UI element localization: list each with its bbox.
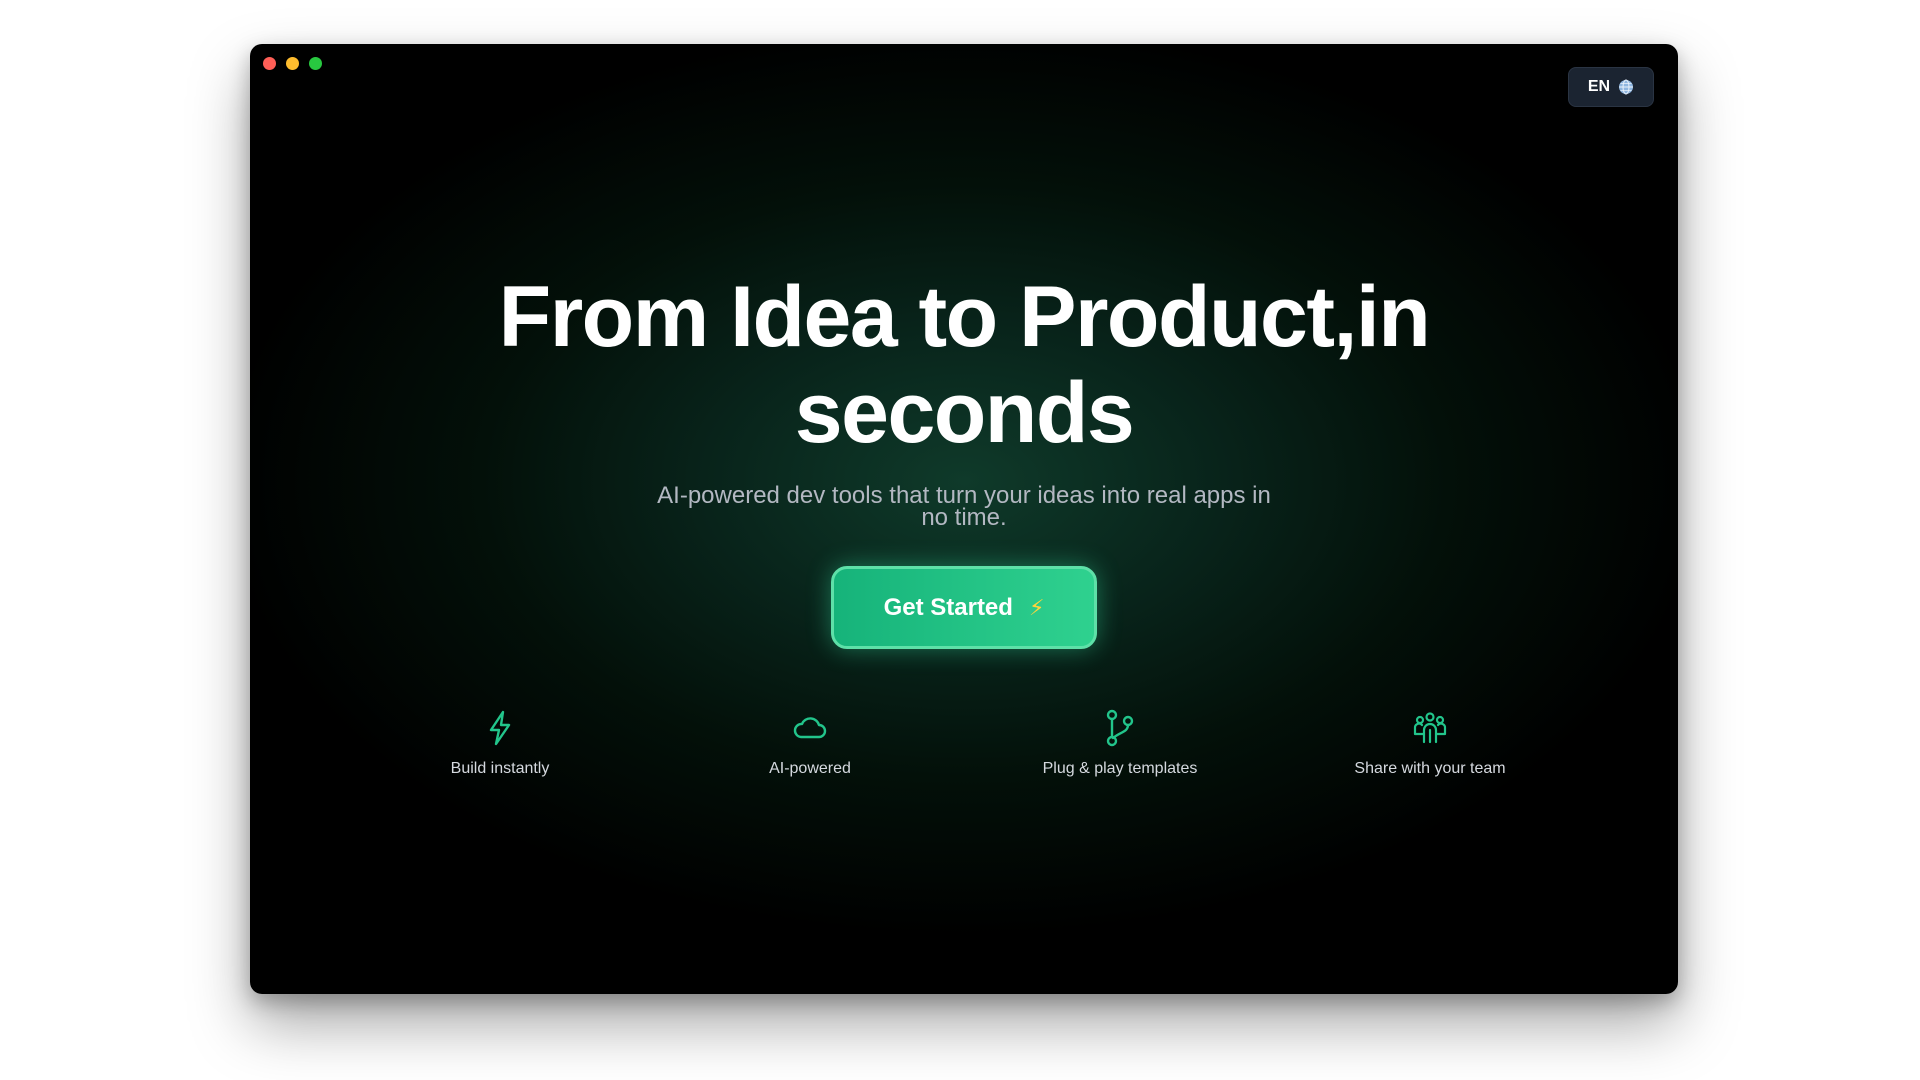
hero-subtitle: AI-powered dev tools that turn your idea… (644, 484, 1284, 531)
language-label: EN (1587, 78, 1611, 95)
language-selector-button[interactable]: EN (1568, 67, 1654, 107)
feature-label: Build instantly (450, 760, 550, 777)
git-branch-icon (1106, 709, 1134, 747)
feature-label: AI-powered (769, 760, 851, 777)
close-window-button[interactable] (263, 57, 276, 70)
lightning-icon (489, 710, 511, 746)
team-icon (1413, 712, 1447, 744)
minimize-window-button[interactable] (286, 57, 299, 70)
feature-list: Build instantly AI-powered Plug & play t… (250, 708, 1678, 788)
feature-label: Share with your team (1354, 760, 1506, 777)
hero-title-line-2: seconds (794, 365, 1135, 461)
window-controls (263, 57, 322, 70)
feature-ai-powered: AI-powered (690, 708, 930, 779)
lightning-emoji-icon: ⚡ (1028, 594, 1045, 620)
hero-subtitle-line-2: no time. (921, 504, 1007, 531)
get-started-label: Get Started (883, 593, 1013, 621)
globe-icon (1619, 79, 1634, 95)
get-started-button[interactable]: Get Started ⚡ (831, 566, 1097, 649)
feature-share-with-team: Share with your team (1310, 708, 1550, 779)
zoom-window-button[interactable] (309, 57, 322, 70)
hero-title-line-1: From Idea to Product,in (498, 269, 1431, 365)
feature-build-instantly: Build instantly (380, 708, 620, 779)
hero-title: From Idea to Product,in seconds (250, 269, 1678, 461)
app-window: EN From Idea to Product,in seconds AI-po… (250, 44, 1678, 994)
feature-plug-and-play-templates: Plug & play templates (1000, 708, 1240, 779)
feature-label: Plug & play templates (1042, 760, 1198, 777)
cloud-icon (793, 717, 827, 739)
